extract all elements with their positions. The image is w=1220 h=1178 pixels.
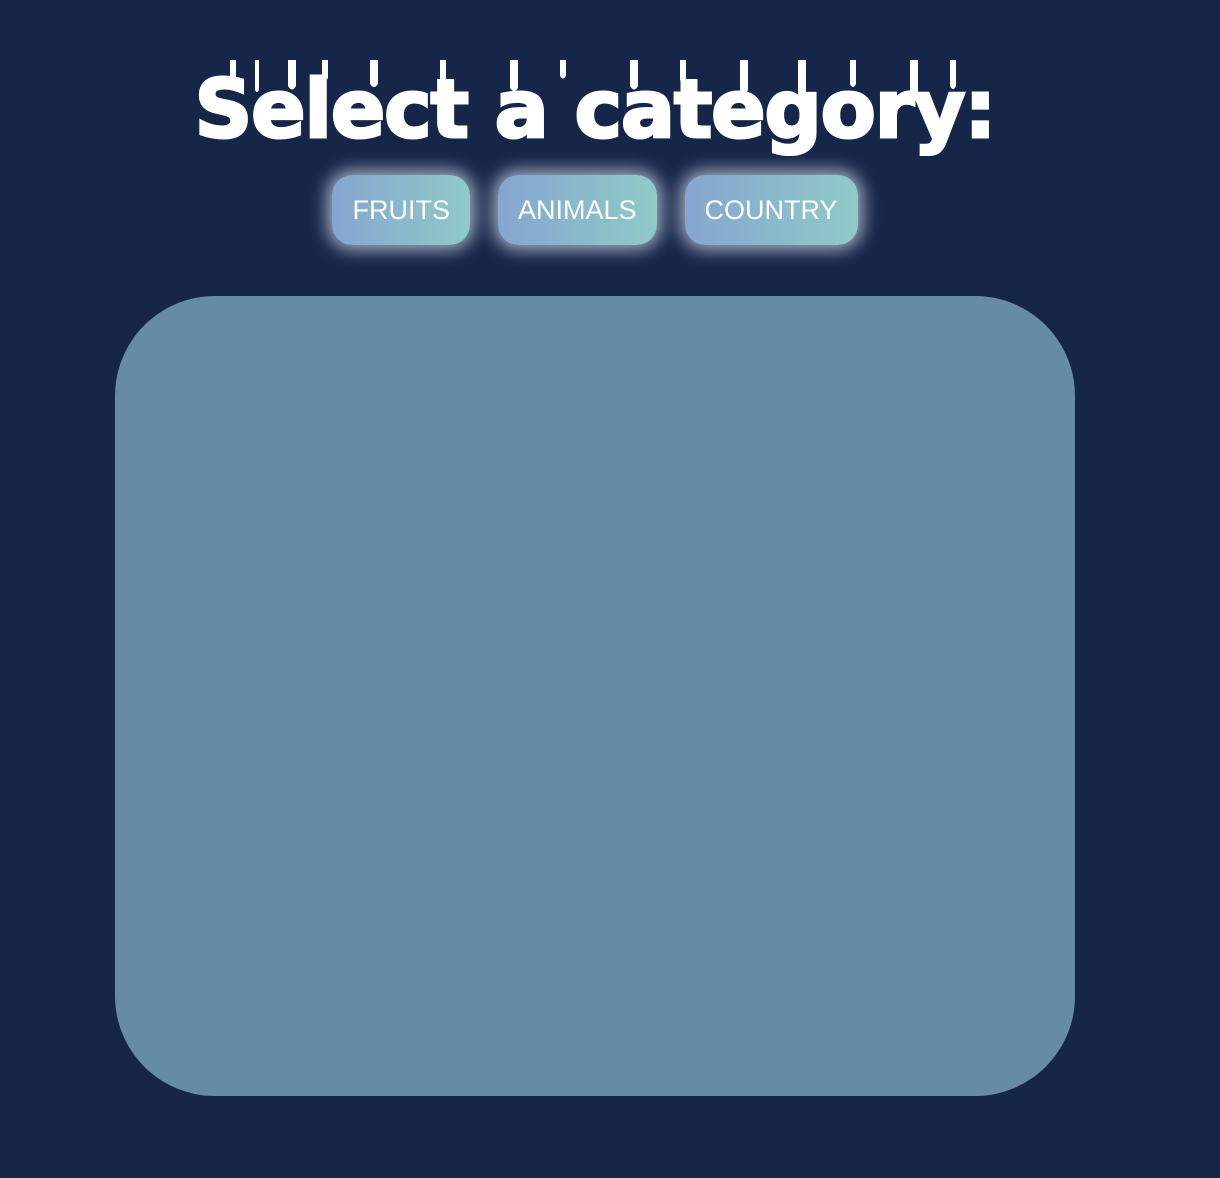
animals-button[interactable]: ANIMALS — [497, 175, 657, 245]
country-button[interactable]: COUNTRY — [684, 175, 858, 245]
title-drip-decoration — [230, 60, 956, 101]
category-buttons: FRUITS ANIMALS COUNTRY — [0, 175, 1190, 245]
game-board — [115, 296, 1075, 1096]
fruits-button[interactable]: FRUITS — [332, 175, 470, 245]
